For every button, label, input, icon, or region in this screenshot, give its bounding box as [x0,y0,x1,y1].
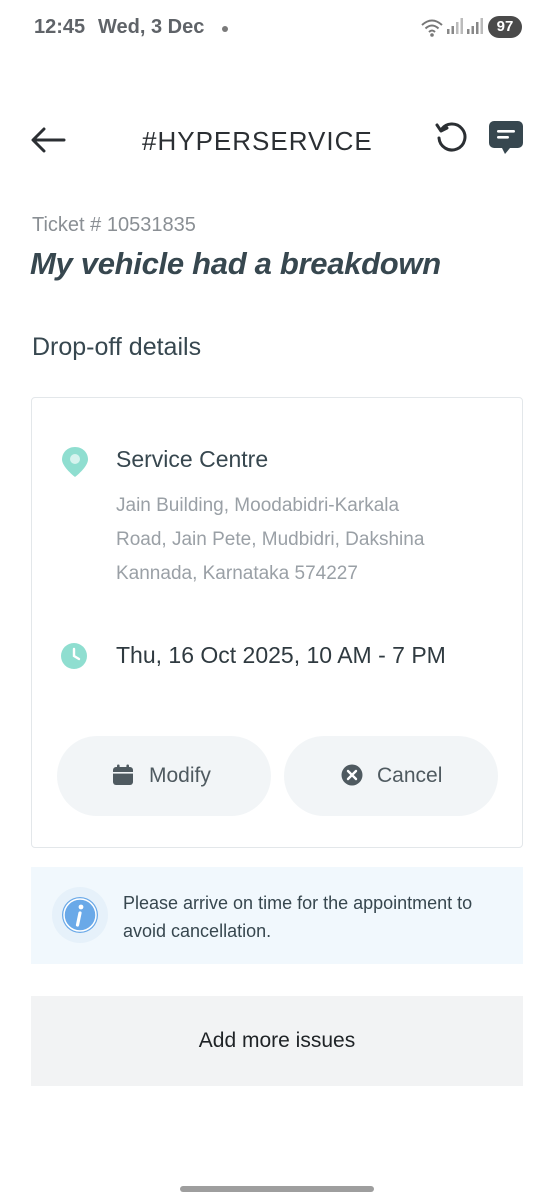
notification-dot-icon [222,26,228,32]
calendar-icon [113,764,133,785]
modify-button[interactable]: Modify [57,736,271,816]
cancel-label: Cancel [377,764,443,787]
page-title: #HYPERSERVICE [142,126,373,156]
home-indicator[interactable] [180,1186,374,1192]
arrow-left-icon [31,127,66,153]
modify-label: Modify [149,764,211,787]
signal-icon [447,18,463,34]
service-centre-name: Service Centre [116,446,269,472]
screen: 12:45 Wed, 3 Dec 97 #HYPERSERVICE Ticket… [0,0,554,1200]
back-button[interactable] [28,122,68,158]
dropoff-card: Service Centre Jain Building, Moodabidri… [31,397,523,848]
cancel-button[interactable]: Cancel [284,736,498,816]
info-message: Please arrive on time for the appointmen… [123,893,473,941]
add-more-issues-button[interactable]: Add more issues [31,996,523,1086]
signal-icon-secondary [467,18,483,34]
clock-icon [61,643,87,669]
section-title-dropoff: Drop-off details [32,333,202,361]
ticket-title: My vehicle had a breakdown [30,246,441,281]
appointment-slot: Thu, 16 Oct 2025, 10 AM - 7 PM [116,642,446,668]
history-button[interactable] [434,119,470,155]
chat-icon [489,121,523,154]
location-pin-icon [62,447,88,477]
status-bar: 12:45 Wed, 3 Dec 97 [0,0,554,56]
chat-button[interactable] [488,119,524,157]
info-banner: Please arrive on time for the appointmen… [31,867,523,964]
ticket-number: Ticket # 10531835 [32,214,196,236]
history-icon [435,122,467,152]
info-icon [52,887,108,943]
service-centre-address: Jain Building, Moodabidri-Karkala Road, … [116,495,425,584]
battery-badge: 97 [488,16,522,38]
status-date: Wed, 3 Dec [98,16,205,38]
status-time: 12:45 [34,16,86,38]
cancel-circle-icon [341,764,363,786]
wifi-icon [421,19,443,37]
